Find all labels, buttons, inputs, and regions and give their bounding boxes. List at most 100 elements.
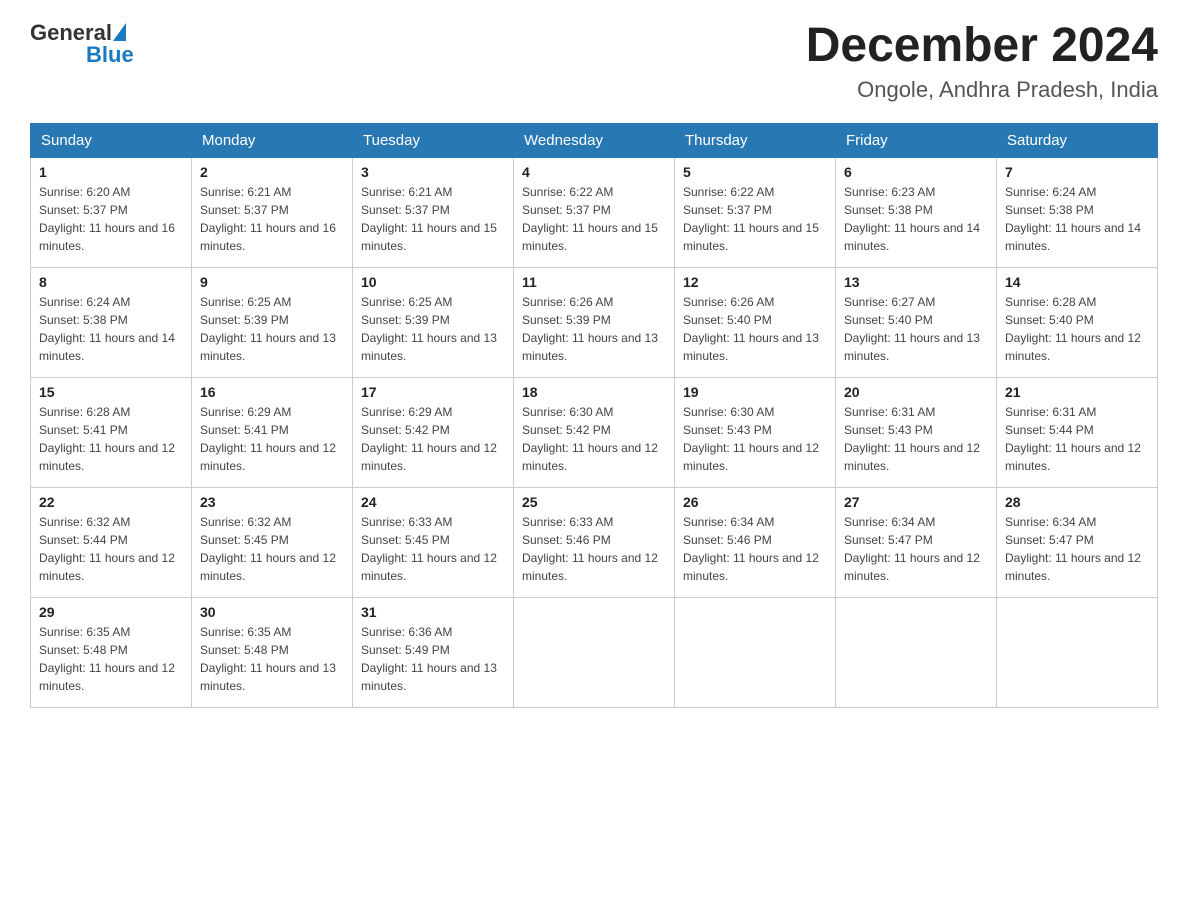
day-info: Sunrise: 6:36 AMSunset: 5:49 PMDaylight:… [361, 625, 497, 693]
day-info: Sunrise: 6:22 AMSunset: 5:37 PMDaylight:… [522, 185, 658, 253]
calendar-cell: 15 Sunrise: 6:28 AMSunset: 5:41 PMDaylig… [31, 377, 192, 487]
day-info: Sunrise: 6:32 AMSunset: 5:45 PMDaylight:… [200, 515, 336, 583]
title-section: December 2024 Ongole, Andhra Pradesh, In… [806, 20, 1158, 103]
day-number: 1 [39, 164, 183, 180]
day-number: 23 [200, 494, 344, 510]
day-number: 4 [522, 164, 666, 180]
calendar-week-row: 15 Sunrise: 6:28 AMSunset: 5:41 PMDaylig… [31, 377, 1158, 487]
day-number: 22 [39, 494, 183, 510]
calendar-week-row: 1 Sunrise: 6:20 AMSunset: 5:37 PMDayligh… [31, 157, 1158, 267]
calendar-cell: 30 Sunrise: 6:35 AMSunset: 5:48 PMDaylig… [192, 597, 353, 707]
calendar-cell: 12 Sunrise: 6:26 AMSunset: 5:40 PMDaylig… [675, 267, 836, 377]
day-number: 27 [844, 494, 988, 510]
day-number: 18 [522, 384, 666, 400]
calendar-cell: 8 Sunrise: 6:24 AMSunset: 5:38 PMDayligh… [31, 267, 192, 377]
calendar-cell: 20 Sunrise: 6:31 AMSunset: 5:43 PMDaylig… [836, 377, 997, 487]
calendar-cell: 9 Sunrise: 6:25 AMSunset: 5:39 PMDayligh… [192, 267, 353, 377]
page-header: General Blue December 2024 Ongole, Andhr… [30, 20, 1158, 103]
calendar-cell: 29 Sunrise: 6:35 AMSunset: 5:48 PMDaylig… [31, 597, 192, 707]
header-day-thursday: Thursday [675, 123, 836, 157]
day-info: Sunrise: 6:28 AMSunset: 5:40 PMDaylight:… [1005, 295, 1141, 363]
calendar-week-row: 29 Sunrise: 6:35 AMSunset: 5:48 PMDaylig… [31, 597, 1158, 707]
logo-triangle-icon [113, 23, 126, 41]
calendar-week-row: 8 Sunrise: 6:24 AMSunset: 5:38 PMDayligh… [31, 267, 1158, 377]
day-info: Sunrise: 6:32 AMSunset: 5:44 PMDaylight:… [39, 515, 175, 583]
month-title: December 2024 [806, 20, 1158, 73]
day-info: Sunrise: 6:21 AMSunset: 5:37 PMDaylight:… [200, 185, 336, 253]
day-number: 6 [844, 164, 988, 180]
header-day-wednesday: Wednesday [514, 123, 675, 157]
calendar-cell: 4 Sunrise: 6:22 AMSunset: 5:37 PMDayligh… [514, 157, 675, 267]
logo: General Blue [30, 20, 134, 68]
day-number: 30 [200, 604, 344, 620]
day-info: Sunrise: 6:35 AMSunset: 5:48 PMDaylight:… [39, 625, 175, 693]
day-number: 12 [683, 274, 827, 290]
day-number: 29 [39, 604, 183, 620]
day-number: 25 [522, 494, 666, 510]
calendar-table: SundayMondayTuesdayWednesdayThursdayFrid… [30, 123, 1158, 708]
calendar-cell: 5 Sunrise: 6:22 AMSunset: 5:37 PMDayligh… [675, 157, 836, 267]
calendar-cell: 25 Sunrise: 6:33 AMSunset: 5:46 PMDaylig… [514, 487, 675, 597]
day-number: 21 [1005, 384, 1149, 400]
calendar-cell: 16 Sunrise: 6:29 AMSunset: 5:41 PMDaylig… [192, 377, 353, 487]
calendar-cell: 31 Sunrise: 6:36 AMSunset: 5:49 PMDaylig… [353, 597, 514, 707]
calendar-cell: 23 Sunrise: 6:32 AMSunset: 5:45 PMDaylig… [192, 487, 353, 597]
day-number: 24 [361, 494, 505, 510]
calendar-cell: 11 Sunrise: 6:26 AMSunset: 5:39 PMDaylig… [514, 267, 675, 377]
day-info: Sunrise: 6:34 AMSunset: 5:47 PMDaylight:… [1005, 515, 1141, 583]
day-info: Sunrise: 6:31 AMSunset: 5:44 PMDaylight:… [1005, 405, 1141, 473]
day-number: 8 [39, 274, 183, 290]
day-info: Sunrise: 6:23 AMSunset: 5:38 PMDaylight:… [844, 185, 980, 253]
day-info: Sunrise: 6:21 AMSunset: 5:37 PMDaylight:… [361, 185, 497, 253]
day-info: Sunrise: 6:25 AMSunset: 5:39 PMDaylight:… [361, 295, 497, 363]
day-number: 16 [200, 384, 344, 400]
calendar-cell: 28 Sunrise: 6:34 AMSunset: 5:47 PMDaylig… [997, 487, 1158, 597]
header-day-friday: Friday [836, 123, 997, 157]
calendar-cell: 27 Sunrise: 6:34 AMSunset: 5:47 PMDaylig… [836, 487, 997, 597]
calendar-cell: 13 Sunrise: 6:27 AMSunset: 5:40 PMDaylig… [836, 267, 997, 377]
day-number: 19 [683, 384, 827, 400]
day-number: 10 [361, 274, 505, 290]
calendar-cell: 24 Sunrise: 6:33 AMSunset: 5:45 PMDaylig… [353, 487, 514, 597]
day-info: Sunrise: 6:26 AMSunset: 5:40 PMDaylight:… [683, 295, 819, 363]
day-number: 2 [200, 164, 344, 180]
calendar-cell [997, 597, 1158, 707]
day-info: Sunrise: 6:33 AMSunset: 5:46 PMDaylight:… [522, 515, 658, 583]
day-info: Sunrise: 6:24 AMSunset: 5:38 PMDaylight:… [39, 295, 175, 363]
calendar-cell [675, 597, 836, 707]
day-number: 20 [844, 384, 988, 400]
day-info: Sunrise: 6:28 AMSunset: 5:41 PMDaylight:… [39, 405, 175, 473]
day-info: Sunrise: 6:20 AMSunset: 5:37 PMDaylight:… [39, 185, 175, 253]
day-number: 11 [522, 274, 666, 290]
calendar-cell: 10 Sunrise: 6:25 AMSunset: 5:39 PMDaylig… [353, 267, 514, 377]
day-info: Sunrise: 6:27 AMSunset: 5:40 PMDaylight:… [844, 295, 980, 363]
day-info: Sunrise: 6:30 AMSunset: 5:43 PMDaylight:… [683, 405, 819, 473]
calendar-cell: 22 Sunrise: 6:32 AMSunset: 5:44 PMDaylig… [31, 487, 192, 597]
day-number: 7 [1005, 164, 1149, 180]
calendar-cell: 14 Sunrise: 6:28 AMSunset: 5:40 PMDaylig… [997, 267, 1158, 377]
location-subtitle: Ongole, Andhra Pradesh, India [806, 77, 1158, 103]
day-number: 9 [200, 274, 344, 290]
day-info: Sunrise: 6:31 AMSunset: 5:43 PMDaylight:… [844, 405, 980, 473]
day-info: Sunrise: 6:34 AMSunset: 5:47 PMDaylight:… [844, 515, 980, 583]
day-number: 26 [683, 494, 827, 510]
calendar-cell [836, 597, 997, 707]
day-number: 15 [39, 384, 183, 400]
calendar-header-row: SundayMondayTuesdayWednesdayThursdayFrid… [31, 123, 1158, 157]
calendar-cell: 3 Sunrise: 6:21 AMSunset: 5:37 PMDayligh… [353, 157, 514, 267]
day-info: Sunrise: 6:25 AMSunset: 5:39 PMDaylight:… [200, 295, 336, 363]
day-info: Sunrise: 6:29 AMSunset: 5:42 PMDaylight:… [361, 405, 497, 473]
calendar-cell: 7 Sunrise: 6:24 AMSunset: 5:38 PMDayligh… [997, 157, 1158, 267]
header-day-saturday: Saturday [997, 123, 1158, 157]
day-number: 17 [361, 384, 505, 400]
day-info: Sunrise: 6:26 AMSunset: 5:39 PMDaylight:… [522, 295, 658, 363]
day-number: 28 [1005, 494, 1149, 510]
calendar-cell: 2 Sunrise: 6:21 AMSunset: 5:37 PMDayligh… [192, 157, 353, 267]
day-number: 13 [844, 274, 988, 290]
day-info: Sunrise: 6:22 AMSunset: 5:37 PMDaylight:… [683, 185, 819, 253]
calendar-cell: 1 Sunrise: 6:20 AMSunset: 5:37 PMDayligh… [31, 157, 192, 267]
calendar-cell [514, 597, 675, 707]
day-info: Sunrise: 6:34 AMSunset: 5:46 PMDaylight:… [683, 515, 819, 583]
header-day-tuesday: Tuesday [353, 123, 514, 157]
logo-text-blue: Blue [86, 42, 134, 68]
